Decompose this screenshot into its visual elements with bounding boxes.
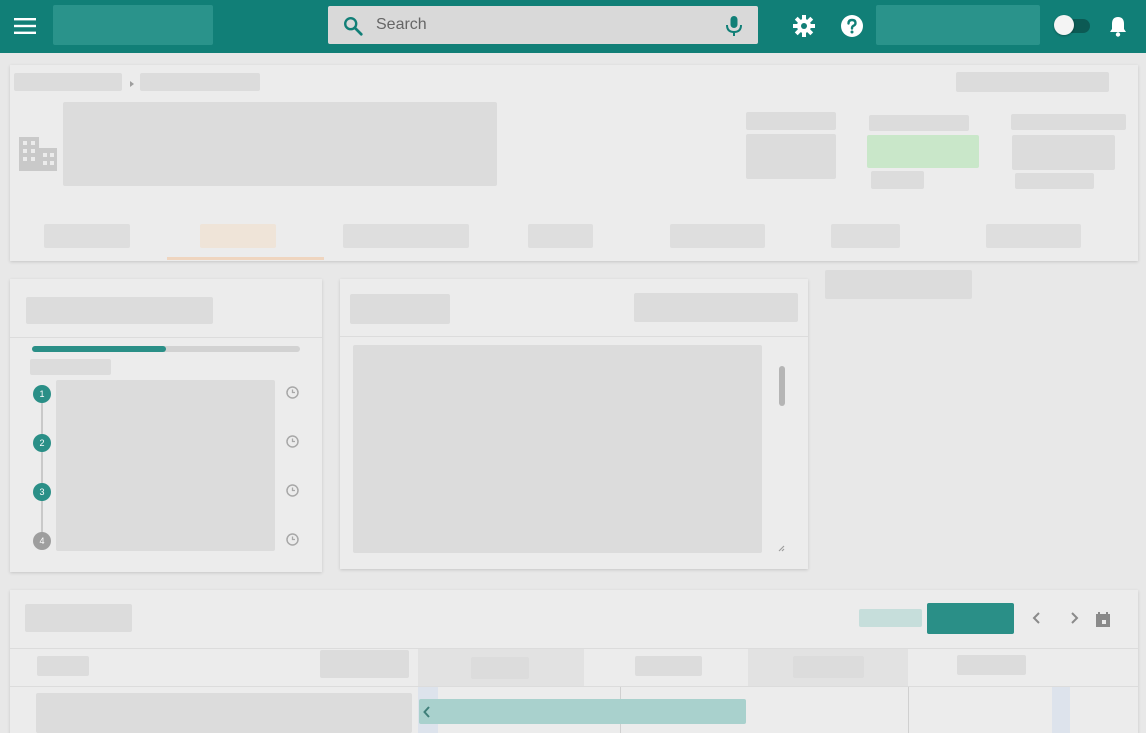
steps-title-placeholder bbox=[26, 297, 213, 324]
chevron-left-icon[interactable] bbox=[1025, 606, 1049, 630]
side-panel-title-placeholder bbox=[825, 270, 972, 299]
view-toggle-placeholder[interactable] bbox=[859, 609, 922, 627]
divider bbox=[340, 336, 808, 337]
view-toggle-active-placeholder[interactable] bbox=[927, 603, 1014, 634]
tab-6[interactable] bbox=[831, 224, 900, 248]
day-header-placeholder[interactable] bbox=[635, 656, 702, 676]
top-app-bar bbox=[0, 0, 1146, 53]
resource-row-placeholder bbox=[36, 693, 412, 733]
breadcrumb-item-placeholder[interactable] bbox=[14, 73, 122, 91]
stat-label-placeholder bbox=[1011, 114, 1126, 130]
tab-2-active[interactable] bbox=[200, 224, 276, 248]
stat-label-placeholder bbox=[869, 115, 969, 131]
toggle-knob bbox=[1054, 15, 1074, 35]
step-3[interactable]: 3 bbox=[33, 483, 51, 501]
menu-icon[interactable] bbox=[10, 11, 40, 41]
search-input[interactable] bbox=[376, 10, 706, 40]
status-badge-placeholder bbox=[867, 135, 979, 168]
notes-title-placeholder bbox=[350, 294, 450, 324]
calendar-icon[interactable] bbox=[1091, 608, 1115, 632]
gear-icon[interactable] bbox=[790, 12, 818, 40]
schedule-event-bar[interactable] bbox=[419, 699, 746, 724]
step-1[interactable]: 1 bbox=[33, 385, 51, 403]
notes-action-placeholder[interactable] bbox=[634, 293, 798, 322]
steps-progress-bar bbox=[32, 346, 300, 352]
breadcrumb-chevron-icon bbox=[128, 76, 136, 87]
chevron-left-icon bbox=[423, 705, 431, 723]
search-bar bbox=[328, 6, 758, 44]
notes-textarea-placeholder[interactable] bbox=[353, 345, 762, 553]
day-cell-highlight bbox=[1052, 687, 1070, 733]
clock-icon bbox=[286, 435, 299, 448]
active-tab-indicator bbox=[167, 257, 324, 260]
steps-progress-fill bbox=[32, 346, 166, 352]
clock-icon bbox=[286, 386, 299, 399]
account-menu-placeholder[interactable] bbox=[876, 5, 1040, 45]
header-action-placeholder[interactable] bbox=[956, 72, 1109, 92]
divider bbox=[10, 686, 1138, 687]
tab-4[interactable] bbox=[528, 224, 593, 248]
column-header-placeholder bbox=[320, 650, 409, 678]
progress-caption-placeholder bbox=[30, 359, 111, 375]
clock-icon bbox=[286, 533, 299, 546]
tab-3[interactable] bbox=[343, 224, 469, 248]
help-icon[interactable] bbox=[838, 12, 866, 40]
steps-content-placeholder bbox=[56, 380, 275, 551]
step-2[interactable]: 2 bbox=[33, 434, 51, 452]
building-icon bbox=[18, 136, 58, 172]
tab-7[interactable] bbox=[986, 224, 1081, 248]
day-header-placeholder[interactable] bbox=[957, 655, 1026, 675]
stat-value-placeholder bbox=[746, 134, 836, 179]
breadcrumb-item-placeholder[interactable] bbox=[140, 73, 260, 91]
tab-1[interactable] bbox=[44, 224, 130, 248]
column-divider bbox=[908, 687, 909, 733]
clock-icon bbox=[286, 484, 299, 497]
theme-toggle[interactable] bbox=[1054, 15, 1092, 37]
scrollbar-thumb[interactable] bbox=[779, 366, 785, 406]
tab-5[interactable] bbox=[670, 224, 765, 248]
record-title-placeholder bbox=[63, 102, 497, 186]
bell-icon[interactable] bbox=[1104, 12, 1132, 40]
mic-icon[interactable] bbox=[724, 15, 744, 37]
schedule-title-placeholder bbox=[25, 604, 132, 632]
resize-handle-icon[interactable] bbox=[777, 539, 785, 552]
column-header-placeholder bbox=[37, 656, 89, 676]
stat-label-placeholder bbox=[746, 112, 836, 130]
brand-logo-placeholder[interactable] bbox=[53, 5, 213, 45]
day-header-placeholder[interactable] bbox=[471, 657, 529, 679]
step-4[interactable]: 4 bbox=[33, 532, 51, 550]
stat-subtext-placeholder bbox=[871, 171, 924, 189]
day-header-placeholder[interactable] bbox=[793, 656, 864, 678]
stat-subtext-placeholder bbox=[1015, 173, 1094, 189]
stat-value-placeholder bbox=[1012, 135, 1115, 170]
search-icon[interactable] bbox=[342, 15, 364, 37]
chevron-right-icon[interactable] bbox=[1062, 606, 1086, 630]
divider bbox=[10, 337, 322, 338]
